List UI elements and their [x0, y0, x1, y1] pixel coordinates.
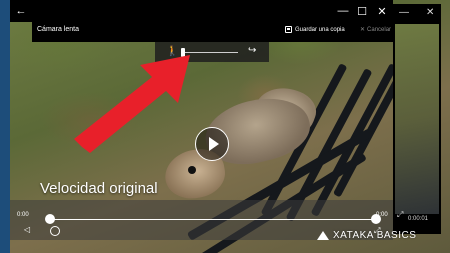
speed-slider-thumb[interactable]	[181, 48, 185, 57]
play-button[interactable]	[195, 127, 229, 161]
save-copy-label: Guardar una copia	[295, 26, 345, 33]
minimize-button[interactable]: —	[333, 0, 353, 22]
back-arrow-icon: ←	[15, 5, 27, 17]
close-icon[interactable]: ✕	[426, 6, 434, 20]
close-button[interactable]: ✕	[372, 0, 392, 22]
speed-label: Velocidad original	[40, 180, 158, 197]
desktop-background	[0, 0, 10, 253]
time-end: 0:00	[376, 212, 388, 218]
second-window: — ✕ ⤢ 0:00:01	[393, 4, 441, 234]
playhead-handle[interactable]	[50, 226, 60, 236]
maximize-button[interactable]: ☐	[352, 0, 372, 22]
save-copy-button[interactable]: Guardar una copia	[285, 26, 345, 33]
save-icon	[285, 26, 292, 33]
second-window-titlebar: — ✕	[393, 4, 441, 22]
minimize-icon[interactable]: —	[399, 6, 409, 20]
second-window-video	[395, 24, 439, 214]
cancel-label: Cancelar	[367, 26, 392, 33]
maximize-icon: ☐	[357, 5, 367, 18]
expand-icon[interactable]: ⤢	[397, 210, 403, 220]
play-icon	[208, 137, 219, 151]
speed-slider-track[interactable]	[184, 52, 238, 53]
cancel-x-icon: ✕	[360, 27, 366, 33]
watermark-logo-icon	[317, 231, 329, 240]
back-button[interactable]: ←	[10, 0, 32, 22]
second-window-time: 0:00:01	[408, 216, 429, 222]
watermark: XATAKA BASICS	[317, 230, 416, 241]
volume-icon[interactable]: ◁	[24, 225, 30, 234]
timeline-track[interactable]	[50, 219, 376, 220]
cancel-button[interactable]: ✕ Cancelar	[360, 26, 392, 34]
walking-person-icon: 🚶	[166, 46, 179, 57]
close-icon: ✕	[377, 5, 387, 18]
app-title: Cámara lenta	[37, 26, 80, 33]
rabbit-icon: ↪	[248, 45, 257, 56]
minimize-icon: —	[337, 5, 349, 17]
trim-start-handle[interactable]	[45, 214, 55, 224]
squirrel-eye	[188, 166, 196, 174]
watermark-text: XATAKA BASICS	[333, 230, 417, 241]
time-start: 0:00	[17, 212, 29, 218]
